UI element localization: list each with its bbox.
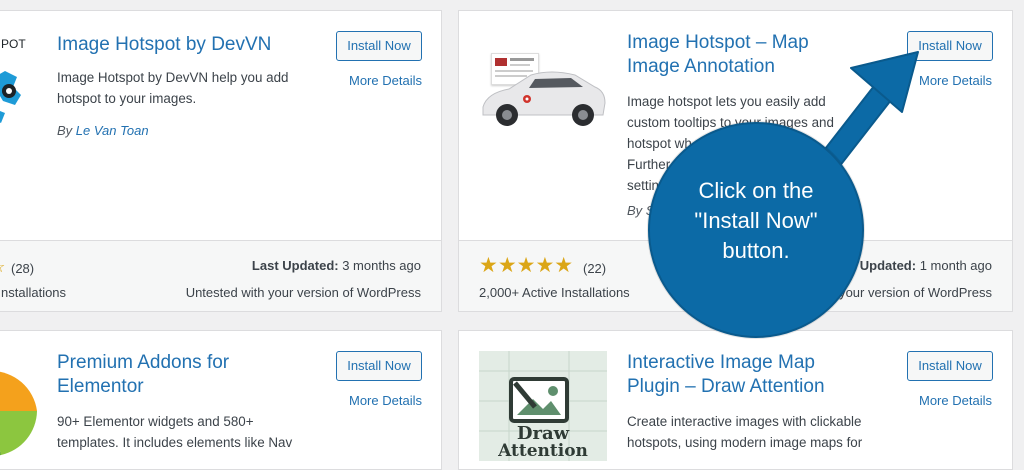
thumb-text-attention: Attention (498, 441, 588, 461)
plugin-card-footer: ☆ (28) nstallations Last Updated: 3 mont… (0, 240, 441, 311)
callout-line-1: Click on the (698, 178, 814, 203)
last-updated: Updated: 1 month ago (860, 258, 992, 273)
plugin-card-premium-addons: Premium Addons for Elementor 90+ Element… (0, 330, 442, 470)
description-line: Image hotspot lets you easily add (627, 94, 826, 109)
rating-count: (22) (583, 261, 607, 276)
plugin-title-line-2: Plugin – Draw Attention (627, 376, 825, 397)
plugin-title[interactable]: Image Hotspot – Map Image Annotation (627, 31, 809, 79)
last-updated-label: Updated: (859, 258, 917, 273)
premium-addons-logo[interactable] (0, 351, 37, 461)
plugin-description: Create interactive images with clickable… (627, 411, 877, 453)
image-icon (509, 377, 569, 423)
rating-count: (28) (11, 261, 35, 276)
callout-text: Click on the "Install Now" button. (666, 176, 846, 266)
plugin-card-draw-attention: Draw Attention Interactive Image Map Plu… (458, 330, 1013, 470)
plugin-title-line-2: Image Annotation (627, 56, 775, 77)
plugin-card-devvn: POT Image Hotspot by DevVN Image Hotspot… (0, 10, 442, 312)
description-line: 90+ Elementor widgets and 580+ (57, 414, 254, 429)
author-link[interactable]: Le Van Toan (76, 123, 149, 138)
plugin-title-line-2: Elementor (57, 376, 144, 397)
plugin-title-line-1: Premium Addons for (57, 352, 230, 373)
plugin-title[interactable]: Interactive Image Map Plugin – Draw Atte… (627, 351, 825, 399)
last-updated-value: 3 months ago (342, 258, 421, 273)
plugin-thumbnail[interactable] (479, 41, 607, 133)
compatibility: your version of WordPress (839, 285, 992, 300)
star-rating-icon: ★★★★★ (479, 254, 574, 277)
active-installs: 2,000+ Active Installations (479, 285, 630, 300)
plugin-description: 90+ Elementor widgets and 580+ templates… (57, 411, 317, 453)
plugin-title-line-1: Interactive Image Map (627, 352, 815, 373)
thumb-text: POT (1, 37, 26, 51)
world-map-icon (0, 71, 21, 123)
car-image (482, 71, 606, 126)
plugin-title[interactable]: Image Hotspot by DevVN (57, 33, 271, 57)
install-now-button[interactable]: Install Now (336, 351, 422, 381)
description-line: Create interactive images with clickable (627, 414, 862, 429)
more-details-link[interactable]: More Details (349, 393, 422, 408)
more-details-link[interactable]: More Details (919, 73, 992, 88)
description-line: templates. It includes elements like Nav (57, 435, 293, 450)
install-now-button[interactable]: Install Now (336, 31, 422, 61)
install-now-button[interactable]: Install Now (907, 31, 993, 61)
more-details-link[interactable]: More Details (919, 393, 992, 408)
plugin-title[interactable]: Premium Addons for Elementor (57, 351, 229, 399)
plugin-description: Image Hotspot by DevVN help you add hots… (57, 70, 289, 106)
last-updated: Last Updated: 3 months ago (252, 258, 421, 273)
more-details-link[interactable]: More Details (349, 73, 422, 88)
author-prefix: By (57, 123, 73, 138)
plugin-author: By Le Van Toan (57, 123, 149, 138)
callout-line-2: "Install Now" (694, 208, 818, 233)
plugin-thumbnail[interactable]: POT (0, 31, 41, 141)
star-rating-icon: ☆ (0, 257, 5, 277)
plugin-title-line-1: Image Hotspot – Map (627, 32, 809, 53)
plugin-thumbnail[interactable]: Draw Attention (479, 351, 607, 461)
callout-line-3: button. (722, 238, 790, 263)
description-line: hotspots, using modern image maps for (627, 435, 863, 450)
compatibility: Untested with your version of WordPress (185, 285, 421, 300)
install-now-button[interactable]: Install Now (907, 351, 993, 381)
last-updated-label: Last Updated: (251, 258, 339, 273)
last-updated-value: 1 month ago (919, 258, 992, 273)
active-installs: nstallations (1, 285, 67, 300)
